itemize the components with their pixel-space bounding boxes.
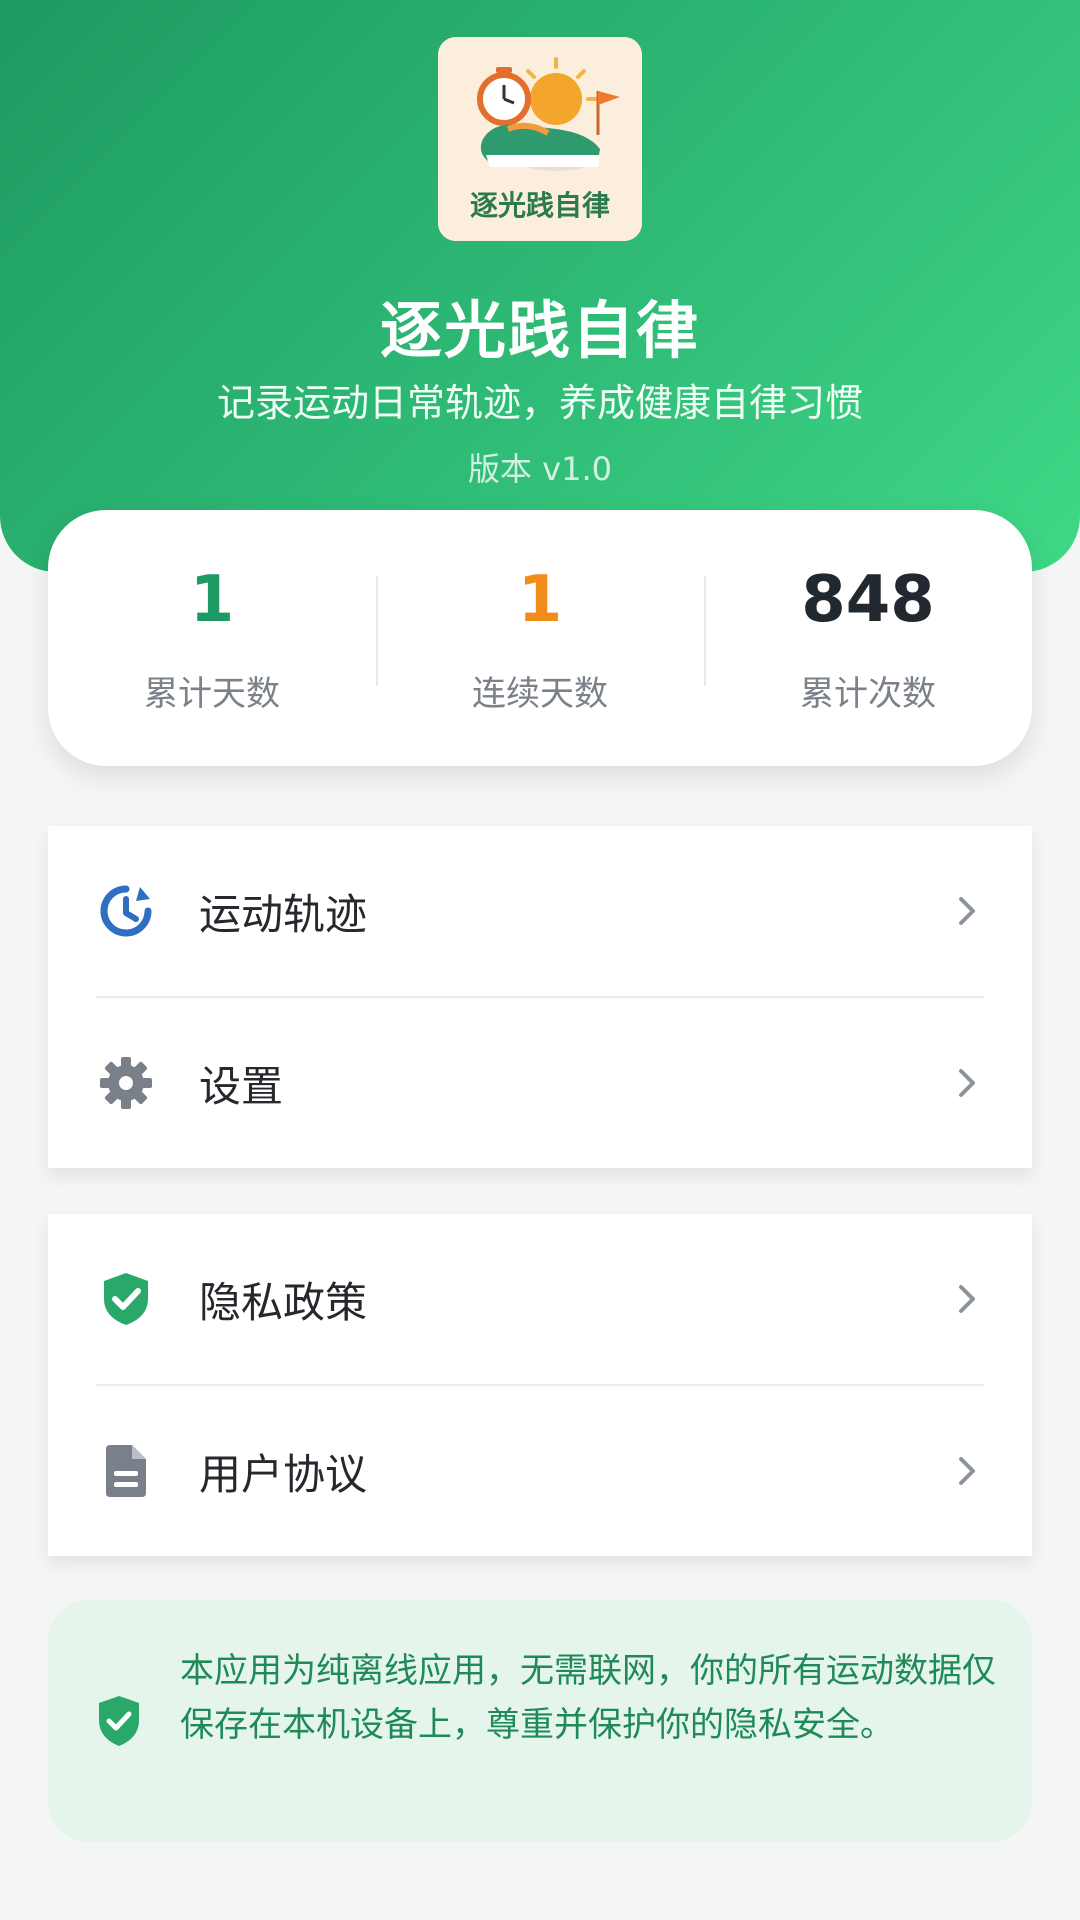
stat-total-days: 1 累计天数 bbox=[48, 562, 376, 715]
chevron-right-icon bbox=[959, 1457, 975, 1485]
menu-item-label: 隐私政策 bbox=[199, 1277, 368, 1327]
app-subtitle: 记录运动日常轨迹，养成健康自律习惯 bbox=[216, 381, 863, 425]
menu-group-activity: 运动轨迹 设置 bbox=[48, 826, 1032, 1168]
stat-total-count-label: 累计次数 bbox=[800, 673, 936, 714]
menu-item-label: 用户协议 bbox=[199, 1449, 368, 1499]
menu-group-legal: 隐私政策 用户协议 bbox=[48, 1214, 1032, 1556]
shield-check-icon bbox=[99, 1696, 139, 1746]
stats-card: 1 累计天数 1 连续天数 848 累计次数 bbox=[48, 510, 1032, 766]
stat-streak-days-label: 连续天数 bbox=[472, 673, 608, 714]
app-title: 逐光践自律 bbox=[379, 294, 700, 367]
menu-item-activity-track[interactable]: 运动轨迹 bbox=[48, 826, 1032, 996]
offline-privacy-notice: 本应用为纯离线应用，无需联网，你的所有运动数据仅保存在本机设备上，尊重并保护你的… bbox=[48, 1600, 1032, 1842]
stat-total-count: 848 累计次数 bbox=[704, 562, 1032, 715]
stat-total-days-value: 1 bbox=[189, 562, 235, 637]
stat-total-count-value: 848 bbox=[801, 562, 935, 637]
logo-text: 逐光践自律 bbox=[470, 189, 610, 222]
gear-icon bbox=[100, 1057, 152, 1109]
chevron-right-icon bbox=[959, 897, 975, 925]
menu-item-settings[interactable]: 设置 bbox=[48, 998, 1032, 1168]
notice-text: 本应用为纯离线应用，无需联网，你的所有运动数据仅保存在本机设备上，尊重并保护你的… bbox=[180, 1651, 996, 1745]
history-icon bbox=[100, 885, 152, 937]
menu-item-user-agreement[interactable]: 用户协议 bbox=[48, 1386, 1032, 1556]
menu-item-label: 设置 bbox=[199, 1061, 284, 1111]
header-banner: 逐光践自律 逐光践自律 记录运动日常轨迹，养成健康自律习惯 版本 v1.0 bbox=[0, 0, 1080, 572]
stat-total-days-label: 累计天数 bbox=[144, 673, 280, 714]
chevron-right-icon bbox=[959, 1069, 975, 1097]
chevron-right-icon bbox=[959, 1285, 975, 1313]
app-logo: 逐光践自律 bbox=[438, 37, 642, 241]
menu-item-label: 运动轨迹 bbox=[199, 889, 368, 939]
stat-streak-days: 1 连续天数 bbox=[376, 562, 704, 715]
shield-check-icon bbox=[104, 1273, 148, 1325]
stat-streak-days-value: 1 bbox=[517, 562, 563, 637]
profile-page: 逐光践自律 逐光践自律 记录运动日常轨迹，养成健康自律习惯 版本 v1.0 1 … bbox=[0, 0, 1080, 1920]
app-version: 版本 v1.0 bbox=[467, 450, 612, 488]
menu-item-privacy-policy[interactable]: 隐私政策 bbox=[48, 1214, 1032, 1384]
document-icon bbox=[106, 1445, 146, 1497]
